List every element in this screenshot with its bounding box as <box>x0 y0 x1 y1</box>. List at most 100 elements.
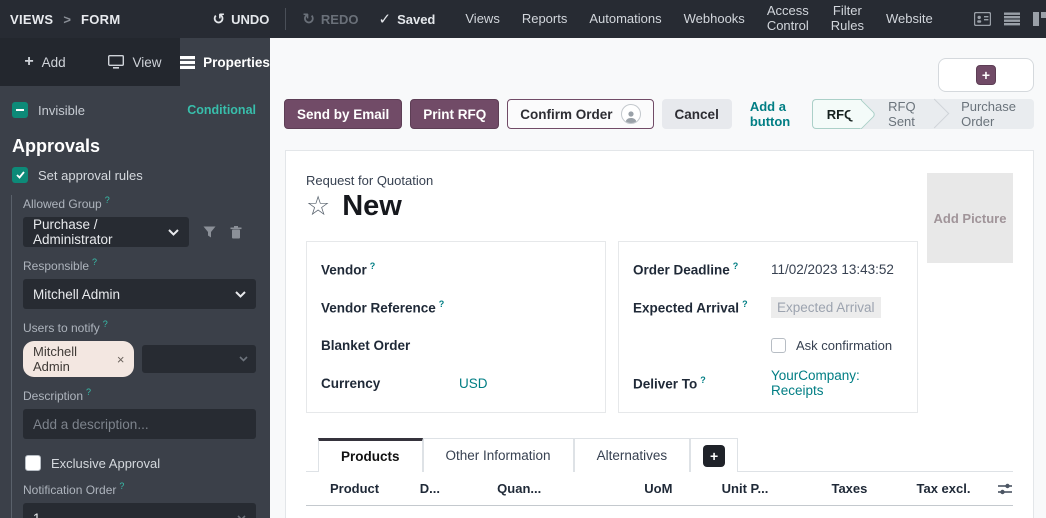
help-icon[interactable]: ? <box>86 387 91 397</box>
add-tab-button[interactable]: + <box>690 438 738 472</box>
responsible-select[interactable]: Mitchell Admin <box>23 279 256 309</box>
trash-icon[interactable] <box>230 226 242 239</box>
chevron-down-icon <box>235 291 246 298</box>
favorite-star-icon[interactable]: ☆ <box>306 193 330 220</box>
menu-website[interactable]: Website <box>876 12 943 27</box>
blanket-order-row[interactable]: Blanket Order <box>321 326 591 364</box>
undo-button[interactable]: ↺ UNDO <box>202 12 279 27</box>
deliver-to-row[interactable]: Deliver To? YourCompany: Receipts <box>633 364 903 402</box>
add-picture-box[interactable]: Add Picture <box>927 173 1013 263</box>
menu-automations[interactable]: Automations <box>579 12 671 27</box>
order-deadline-value[interactable]: 11/02/2023 13:43:52 <box>771 262 894 277</box>
help-icon[interactable]: ? <box>370 261 376 271</box>
status-step-purchase-order[interactable]: Purchase Order <box>935 99 1034 129</box>
expected-arrival-label: Expected Arrival? <box>633 299 771 316</box>
cancel-button[interactable]: Cancel <box>662 99 732 129</box>
tab-view-label: View <box>132 55 161 70</box>
description-input[interactable] <box>23 409 256 439</box>
print-rfq-button[interactable]: Print RFQ <box>410 99 499 129</box>
expected-arrival-placeholder[interactable]: Expected Arrival <box>771 297 881 318</box>
exclusive-approval-row: Exclusive Approval <box>25 455 256 471</box>
notebook-tabs: Products Other Information Alternatives … <box>306 437 1013 472</box>
col-uom[interactable]: UoM <box>644 481 721 496</box>
tab-view[interactable]: View <box>90 38 180 86</box>
studio-sidebar: + Add View Properties Invisible Conditio… <box>0 38 270 518</box>
menu-reports[interactable]: Reports <box>512 12 578 27</box>
allowed-group-value: Purchase / Administrator <box>33 217 168 247</box>
right-field-group: Order Deadline? 11/02/2023 13:43:52 Expe… <box>618 241 918 413</box>
add-a-button-link[interactable]: Add a button <box>750 99 812 129</box>
remove-tag-icon[interactable]: × <box>117 352 125 367</box>
breadcrumb-views[interactable]: VIEWS <box>10 12 53 27</box>
col-taxes[interactable]: Taxes <box>831 481 916 496</box>
optional-columns-icon[interactable] <box>997 482 1013 496</box>
col-quantity[interactable]: Quan... <box>497 481 644 496</box>
order-deadline-row[interactable]: Order Deadline? 11/02/2023 13:43:52 <box>633 250 903 288</box>
help-icon[interactable]: ? <box>92 257 97 267</box>
tab-other-information[interactable]: Other Information <box>423 438 574 472</box>
tab-properties[interactable]: Properties <box>180 38 270 86</box>
form-editor-canvas: + Send by Email Print RFQ Confirm Order … <box>270 38 1046 518</box>
deliver-to-value[interactable]: YourCompany: Receipts <box>771 368 903 398</box>
vendor-row[interactable]: Vendor? <box>321 250 591 288</box>
menu-filter-rules[interactable]: Filter Rules <box>821 4 874 34</box>
description-label: Description? <box>23 387 256 403</box>
approval-rule-group: Allowed Group? Purchase / Administrator … <box>11 195 256 518</box>
plus-icon: + <box>24 53 33 71</box>
status-step-rfq[interactable]: RFQ <box>812 99 862 129</box>
chevron-down-icon <box>239 356 248 362</box>
check-icon <box>16 171 25 179</box>
vendor-reference-row[interactable]: Vendor Reference? <box>321 288 591 326</box>
minus-icon <box>16 109 24 111</box>
send-by-email-button[interactable]: Send by Email <box>284 99 402 129</box>
set-approval-rules-checkbox[interactable] <box>12 167 28 183</box>
invisible-checkbox[interactable] <box>12 102 28 118</box>
help-icon[interactable]: ? <box>103 319 108 329</box>
col-description[interactable]: D... <box>420 481 497 496</box>
menu-access-control[interactable]: Access Control <box>757 4 819 34</box>
order-deadline-label: Order Deadline? <box>633 261 771 278</box>
saved-indicator: ✓ Saved <box>368 12 445 27</box>
users-to-notify-select[interactable] <box>142 345 256 373</box>
exclusive-approval-checkbox[interactable] <box>25 455 41 471</box>
col-product[interactable]: Product <box>330 481 420 496</box>
col-unit-price[interactable]: Unit P... <box>722 481 832 496</box>
vendor-label: Vendor? <box>321 261 459 278</box>
tab-add[interactable]: + Add <box>0 38 90 86</box>
expected-arrival-row[interactable]: Expected Arrival? Expected Arrival <box>633 288 903 326</box>
vendor-reference-label: Vendor Reference? <box>321 299 459 316</box>
help-icon[interactable]: ? <box>105 195 110 205</box>
contact-card-icon[interactable] <box>971 7 995 31</box>
topbar-menu: Views Reports Automations Webhooks Acces… <box>455 4 942 34</box>
redo-button[interactable]: ↻ REDO <box>292 12 368 27</box>
notification-order-select[interactable]: 1 <box>23 503 256 518</box>
currency-value[interactable]: USD <box>459 376 488 391</box>
document-title[interactable]: New <box>342 190 402 223</box>
ask-confirmation-checkbox[interactable] <box>771 338 786 353</box>
currency-row[interactable]: Currency USD <box>321 364 591 402</box>
list-icon[interactable] <box>1000 7 1024 31</box>
allowed-group-select[interactable]: Purchase / Administrator <box>23 217 189 247</box>
help-icon[interactable]: ? <box>742 299 748 309</box>
user-tag[interactable]: Mitchell Admin × <box>23 341 134 377</box>
plus-icon: + <box>976 65 996 85</box>
kanban-icon[interactable] <box>1029 7 1046 31</box>
undo-icon: ↺ <box>212 12 225 27</box>
help-icon[interactable]: ? <box>119 481 124 491</box>
conditional-link[interactable]: Conditional <box>187 103 256 117</box>
help-icon[interactable]: ? <box>439 299 445 309</box>
monitor-icon <box>108 55 124 69</box>
confirm-order-button[interactable]: Confirm Order <box>507 99 653 129</box>
breadcrumb-form[interactable]: FORM <box>81 12 120 27</box>
filter-icon[interactable] <box>203 226 216 238</box>
redo-icon: ↻ <box>302 12 315 27</box>
tab-products[interactable]: Products <box>318 438 423 472</box>
invisible-row: Invisible Conditional <box>10 100 256 122</box>
help-icon[interactable]: ? <box>733 261 739 271</box>
col-tax-excl[interactable]: Tax excl. <box>916 481 991 496</box>
tab-alternatives[interactable]: Alternatives <box>574 438 691 472</box>
menu-webhooks[interactable]: Webhooks <box>674 12 755 27</box>
add-button-box[interactable]: + <box>938 58 1034 92</box>
help-icon[interactable]: ? <box>700 375 706 385</box>
menu-views[interactable]: Views <box>455 12 509 27</box>
